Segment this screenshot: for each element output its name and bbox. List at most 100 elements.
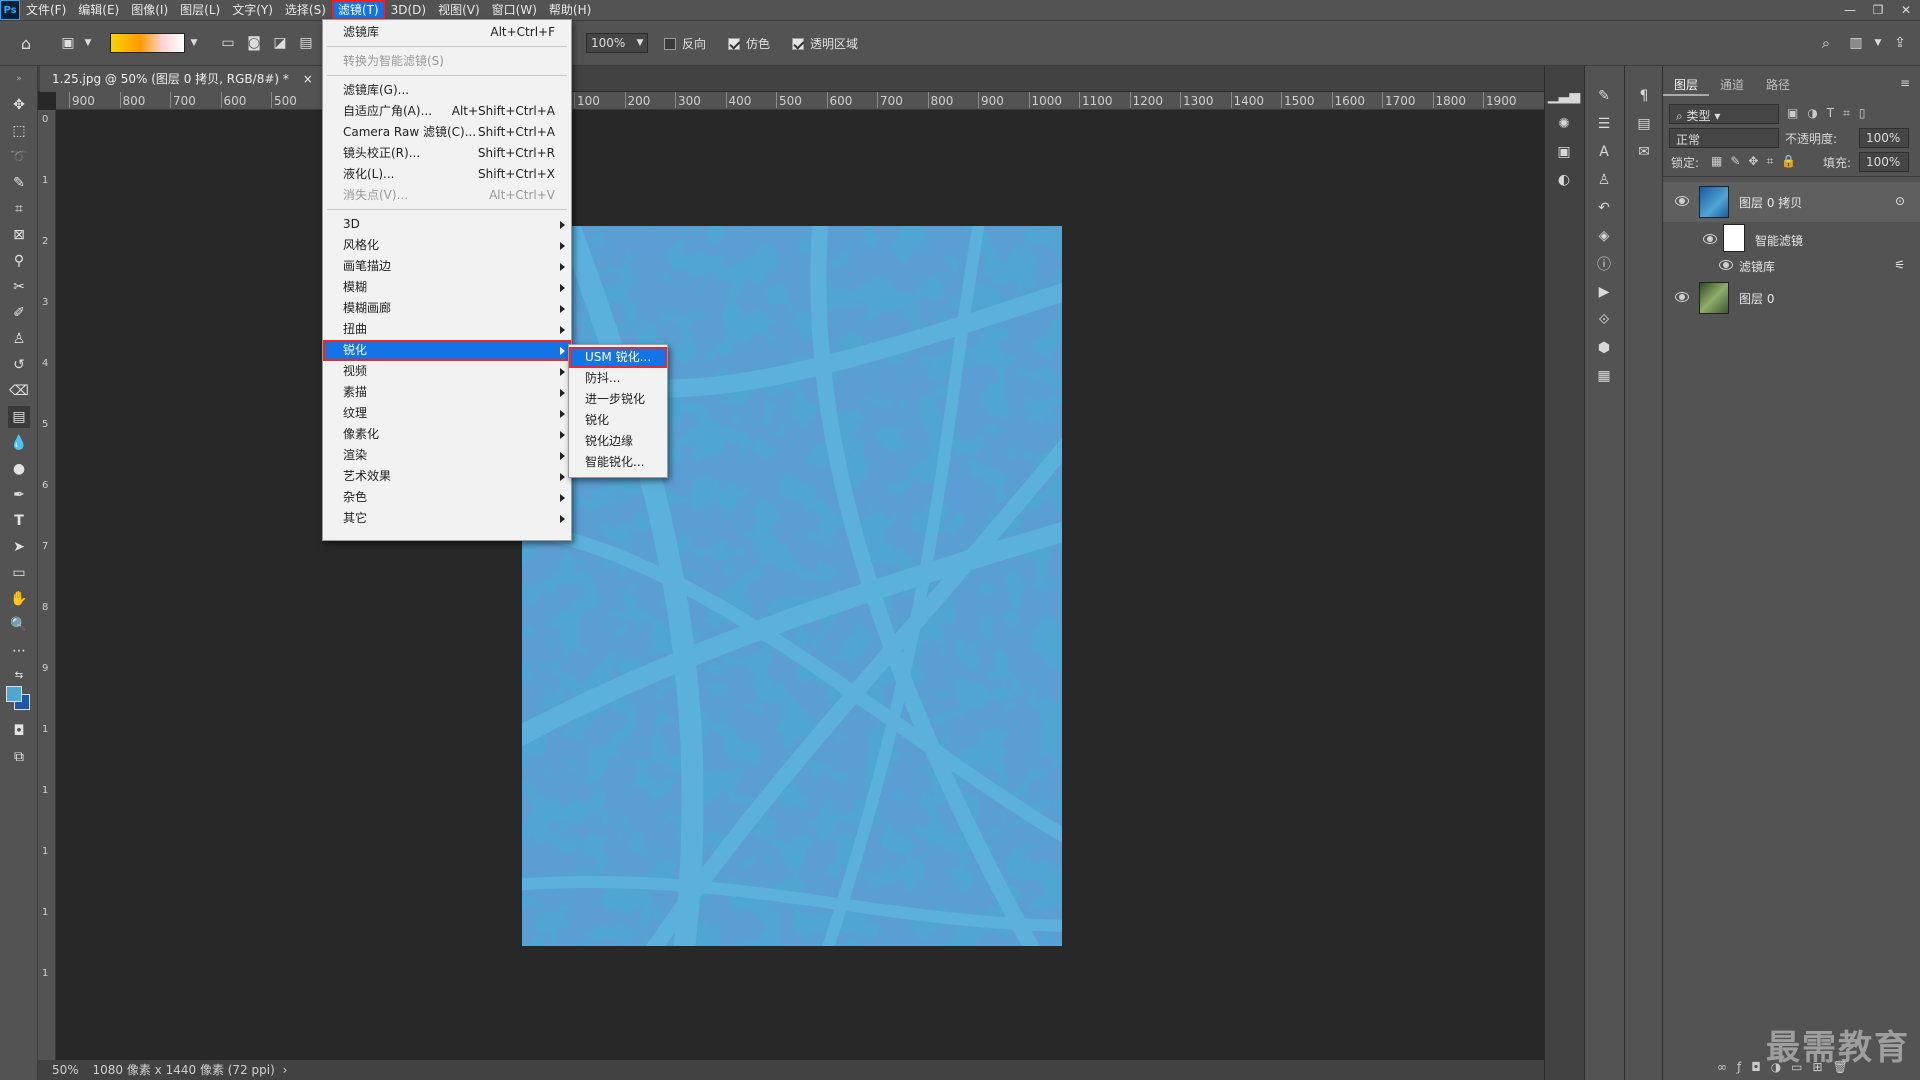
path-selection-tool-icon[interactable]: ➤ (8, 536, 30, 558)
minimize-button[interactable]: — (1836, 0, 1864, 20)
status-menu-arrow[interactable]: › (283, 1063, 288, 1077)
paragraph-icon[interactable]: ¶ (1634, 86, 1654, 106)
sharpen-menu-item[interactable]: 锐化边缘 (569, 431, 667, 452)
info-icon[interactable]: ⓘ (1594, 254, 1614, 274)
photoshop-logo-icon[interactable]: Ps (0, 0, 20, 20)
filter-menu-item[interactable]: 液化(L)... Shift+Ctrl+X (323, 164, 571, 185)
blend-mode-select[interactable]: 正常 (1669, 128, 1779, 148)
menu-2[interactable]: 图像(I) (125, 0, 174, 20)
layer-filter-icons[interactable]: ▣◑T⌗▯ (1787, 106, 1875, 121)
dither-checkbox[interactable] (728, 38, 740, 50)
workspace-icon[interactable]: ▥ (1846, 33, 1866, 53)
home-icon[interactable]: ⌂ (16, 33, 36, 53)
character-icon[interactable]: A (1594, 142, 1614, 162)
artwork-image[interactable] (522, 226, 1062, 946)
menu-1[interactable]: 编辑(E) (72, 0, 125, 20)
smart-filters-row[interactable]: 智能滤镜 (1663, 224, 1920, 254)
3d-icon[interactable]: ⬢ (1594, 338, 1614, 358)
filter-menu-item[interactable]: 像素化 (323, 424, 571, 445)
tab-paths[interactable]: 路径 (1755, 74, 1801, 96)
menu-5[interactable]: 选择(S) (279, 0, 332, 20)
actions-icon[interactable]: ▶ (1594, 282, 1614, 302)
filter-menu-item[interactable]: 渲染 (323, 445, 571, 466)
dither-option[interactable]: 仿色 (728, 35, 770, 52)
filter-menu-item[interactable]: 风格化 (323, 235, 571, 256)
menu-3[interactable]: 图层(L) (174, 0, 226, 20)
tool-preset-icon[interactable]: ▣ (58, 33, 78, 53)
history-icon[interactable]: ↶ (1594, 198, 1614, 218)
layer-opacity-input[interactable]: 100% (1859, 128, 1909, 148)
reverse-option[interactable]: 反向 (664, 35, 706, 52)
sharpen-menu-item[interactable]: 进一步锐化 (569, 389, 667, 410)
properties-icon[interactable]: ☰ (1594, 114, 1614, 134)
filter-menu-item[interactable]: 自适应广角(A)... Alt+Shift+Ctrl+A (323, 101, 571, 122)
adjustments-icon[interactable]: ◐ (1554, 170, 1574, 190)
lasso-tool-icon[interactable]: ➰ (8, 146, 30, 168)
blur-tool-icon[interactable]: 💧 (8, 432, 30, 454)
move-tool-icon[interactable]: ✥ (8, 94, 30, 116)
filter-menu-item[interactable]: 扭曲 (323, 319, 571, 340)
marquee-tool-icon[interactable]: ⬚ (8, 120, 30, 142)
sharpen-menu-item[interactable]: 锐化 (569, 410, 667, 431)
filter-menu-item[interactable]: 其它 (323, 508, 571, 529)
filter-menu-item[interactable]: 素描 (323, 382, 571, 403)
filter-mask-thumbnail[interactable] (1723, 224, 1745, 252)
navigator-icon[interactable]: ✺ (1554, 114, 1574, 134)
type-tool-icon[interactable]: T (8, 510, 30, 532)
brush-tool-icon[interactable]: ✐ (8, 302, 30, 324)
zoom-tool-icon[interactable]: 🔍 (8, 614, 30, 636)
angle-gradient-icon[interactable]: ◪ (270, 33, 290, 53)
linear-gradient-icon[interactable]: ▭ (218, 33, 238, 53)
clone-source-icon[interactable]: ♙ (1594, 170, 1614, 190)
lock-icons[interactable]: ▦✎✥⌗🔒 (1711, 154, 1804, 169)
filter-gallery-eye-icon[interactable] (1719, 260, 1733, 270)
glyphs-icon[interactable]: ⟐ (1594, 310, 1614, 330)
layer-row-base[interactable]: 图层 0 (1663, 278, 1920, 318)
history-brush-tool-icon[interactable]: ↺ (8, 354, 30, 376)
smart-filter-eye-icon[interactable] (1703, 234, 1717, 244)
opacity-dropdown-icon[interactable]: ▼ (630, 33, 650, 53)
stamp-tool-icon[interactable]: ♙ (8, 328, 30, 350)
share-icon[interactable]: ⇪ (1890, 33, 1910, 53)
panel-menu-icon[interactable]: ≡ (1900, 76, 1910, 90)
filter-menu-item[interactable]: 模糊 (323, 277, 571, 298)
canvas-area[interactable] (56, 110, 1544, 1060)
filter-gallery-row[interactable]: 滤镜库 ⚟ (1663, 254, 1920, 276)
sharpen-menu-item[interactable]: USM 锐化... (569, 347, 667, 368)
visibility-eye-icon[interactable] (1675, 196, 1689, 206)
menu-0[interactable]: 文件(F) (20, 0, 72, 20)
quick-selection-tool-icon[interactable]: ✎ (8, 172, 30, 194)
close-button[interactable]: ✕ (1892, 0, 1920, 20)
styles-icon[interactable]: ◈ (1594, 226, 1614, 246)
filter-menu-item[interactable]: Camera Raw 滤镜(C)... Shift+Ctrl+A (323, 122, 571, 143)
menu-8[interactable]: 视图(V) (432, 0, 486, 20)
close-tab-icon[interactable]: × (303, 72, 313, 86)
transparency-option[interactable]: 透明区域 (792, 35, 858, 52)
notes-icon[interactable]: ✉ (1634, 142, 1654, 162)
fill-input[interactable]: 100% (1859, 152, 1909, 172)
menu-4[interactable]: 文字(Y) (226, 0, 279, 20)
restore-button[interactable]: ❐ (1864, 0, 1892, 20)
sharpen-menu-item[interactable]: 智能锐化... (569, 452, 667, 473)
eraser-tool-icon[interactable]: ⌫ (8, 380, 30, 402)
filter-menu-item[interactable]: 滤镜库 Alt+Ctrl+F (323, 22, 571, 43)
sharpen-menu-item[interactable]: 防抖... (569, 368, 667, 389)
chevron-down-icon[interactable]: ▼ (78, 33, 98, 53)
status-zoom[interactable]: 50% (52, 1063, 79, 1077)
filter-menu-item[interactable]: 滤镜库(G)... (323, 80, 571, 101)
more-tools-icon[interactable]: ⋯ (8, 640, 30, 662)
filter-menu-item[interactable]: 纹理 (323, 403, 571, 424)
menu-7[interactable]: 3D(D) (385, 0, 432, 20)
menu-9[interactable]: 窗口(W) (486, 0, 543, 20)
collapse-tools-icon[interactable]: » (8, 68, 30, 90)
rectangle-tool-icon[interactable]: ▭ (8, 562, 30, 584)
filter-options-icon[interactable]: ⚟ (1894, 258, 1905, 272)
visibility-eye-icon[interactable] (1675, 292, 1689, 302)
content-aware-tool-icon[interactable]: ✂ (8, 276, 30, 298)
histogram-icon[interactable]: ▁▃▅ (1548, 86, 1580, 106)
pen-tool-icon[interactable]: ✒ (8, 484, 30, 506)
frame-tool-icon[interactable]: ⊠ (8, 224, 30, 246)
search-icon[interactable]: ⌕ (1816, 33, 1836, 53)
libraries-icon[interactable]: ▣ (1554, 142, 1574, 162)
timeline-icon[interactable]: ▦ (1594, 366, 1614, 386)
